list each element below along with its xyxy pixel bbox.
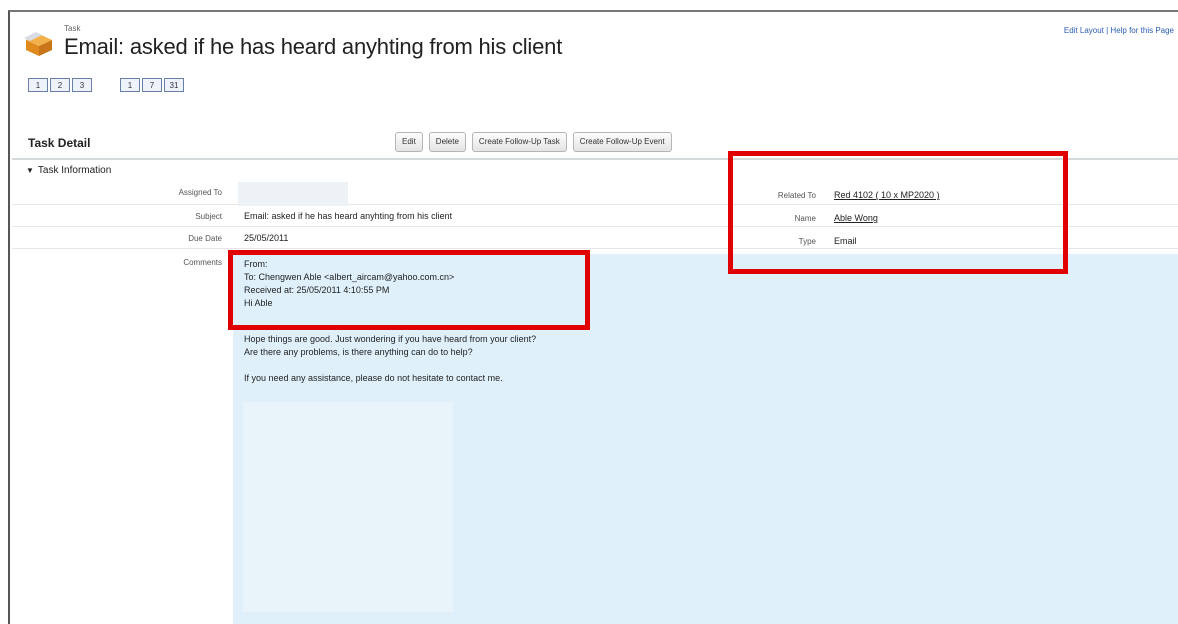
view-toolbar: 1 2 3 1 7 31	[28, 78, 184, 92]
create-follow-up-task-button[interactable]: Create Follow-Up Task	[471, 132, 567, 152]
page-title: Email: asked if he has heard anyhting fr…	[64, 34, 563, 59]
delete-button[interactable]: Delete	[428, 132, 466, 152]
collapse-triangle-icon[interactable]: ▼	[26, 166, 34, 175]
calendar-month-button[interactable]: 31	[164, 78, 184, 92]
assigned-to-label: Assigned To	[178, 188, 222, 197]
assigned-to-value	[238, 182, 348, 206]
due-date-label: Due Date	[188, 234, 222, 243]
view-button-3[interactable]: 3	[72, 78, 92, 92]
comment-line-2: Are there any problems, is there anythin…	[244, 347, 473, 357]
detail-button-row: Edit Delete Create Follow-Up Task Create…	[395, 132, 672, 152]
comment-line-3: If you need any assistance, please do no…	[244, 373, 503, 383]
view-button-1[interactable]: 1	[28, 78, 48, 92]
comment-line-1: Hope things are good. Just wondering if …	[244, 334, 537, 344]
calendar-day-button[interactable]: 1	[120, 78, 140, 92]
help-links[interactable]: Edit Layout | Help for this Page	[1064, 26, 1174, 35]
highlight-box-email-header	[228, 250, 590, 330]
task-detail-title: Task Detail	[28, 136, 91, 150]
calendar-week-button[interactable]: 7	[142, 78, 162, 92]
comments-label: Comments	[183, 258, 222, 267]
subject-label: Subject	[195, 212, 222, 221]
create-follow-up-event-button[interactable]: Create Follow-Up Event	[572, 132, 672, 152]
subject-value: Email: asked if he has heard anyhting fr…	[244, 211, 453, 221]
task-information-section-header[interactable]: ▼ Task Information	[26, 165, 111, 176]
task-icon	[24, 32, 52, 56]
section-title: Task Information	[37, 165, 112, 176]
view-button-2[interactable]: 2	[50, 78, 70, 92]
object-type-label: Task	[64, 24, 81, 33]
edit-layout-help-link[interactable]: Edit Layout | Help for this Page	[1064, 26, 1174, 35]
highlight-box-related	[728, 151, 1068, 274]
edit-button[interactable]: Edit	[395, 132, 423, 152]
due-date-value: 25/05/2011	[244, 233, 289, 243]
